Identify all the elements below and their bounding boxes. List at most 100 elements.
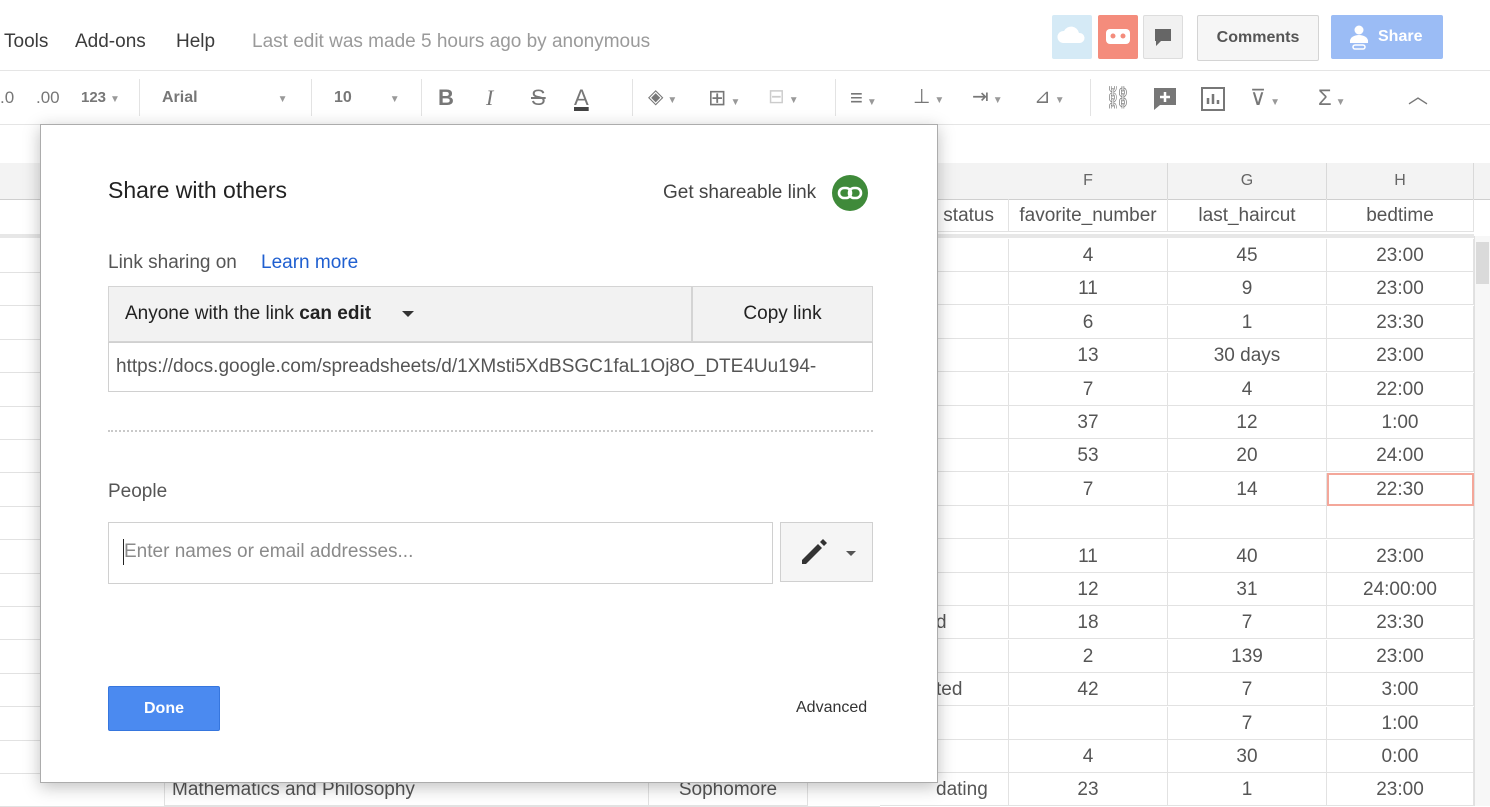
- header-cell-bedtime[interactable]: bedtime: [1327, 199, 1474, 232]
- table-cell[interactable]: 12: [1168, 406, 1327, 439]
- text-color-icon[interactable]: A: [574, 71, 589, 124]
- table-cell[interactable]: [1009, 506, 1168, 539]
- font-size-select[interactable]: 10 ▼: [334, 71, 400, 124]
- bold-icon[interactable]: B: [438, 71, 454, 124]
- link-icon[interactable]: ⛓: [1104, 71, 1132, 124]
- decrease-decimal-button[interactable]: .0: [0, 71, 14, 124]
- vertical-scrollbar[interactable]: [1474, 236, 1490, 806]
- insert-chart-icon[interactable]: [1200, 71, 1226, 124]
- table-cell[interactable]: 11: [1009, 272, 1168, 305]
- table-cell[interactable]: 4: [1009, 740, 1168, 773]
- share-url-field[interactable]: https://docs.google.com/spreadsheets/d/1…: [108, 342, 873, 392]
- get-shareable-link[interactable]: Get shareable link: [663, 182, 816, 204]
- selected-cell[interactable]: 22:30: [1327, 473, 1474, 506]
- table-cell[interactable]: 4: [1009, 239, 1168, 272]
- people-input[interactable]: Enter names or email addresses...: [108, 522, 773, 584]
- header-cell-last-haircut[interactable]: last_haircut: [1168, 199, 1327, 232]
- table-cell[interactable]: 30: [1168, 740, 1327, 773]
- table-cell[interactable]: 11: [1009, 540, 1168, 573]
- cloud-icon[interactable]: [1052, 15, 1092, 59]
- table-cell[interactable]: 3:00: [1327, 673, 1474, 706]
- table-cell[interactable]: [1168, 506, 1327, 539]
- link-access-dropdown[interactable]: Anyone with the link can edit: [108, 286, 692, 342]
- table-cell[interactable]: 18: [1009, 606, 1168, 639]
- table-cell[interactable]: 2: [1009, 640, 1168, 673]
- table-cell[interactable]: 24:00:00: [1327, 573, 1474, 606]
- table-cell[interactable]: 23:00: [1327, 540, 1474, 573]
- table-cell[interactable]: 23:00: [1327, 239, 1474, 272]
- table-cell[interactable]: 23:00: [1327, 272, 1474, 305]
- column-header-f[interactable]: F: [1009, 163, 1168, 200]
- filter-icon[interactable]: ⊽ ▼: [1250, 71, 1280, 124]
- learn-more-link[interactable]: Learn more: [261, 252, 358, 274]
- table-cell[interactable]: [1327, 506, 1474, 539]
- table-cell[interactable]: 1:00: [1327, 406, 1474, 439]
- table-cell[interactable]: 31: [1168, 573, 1327, 606]
- borders-icon[interactable]: ⊞ ▼: [708, 71, 740, 124]
- share-button[interactable]: Share: [1331, 15, 1443, 59]
- font-family-select[interactable]: Arial ▼: [162, 71, 287, 124]
- merge-cells-icon[interactable]: ⊟ ▼: [768, 71, 799, 124]
- table-cell[interactable]: 7: [1009, 373, 1168, 406]
- table-cell[interactable]: 30 days: [1168, 339, 1327, 372]
- link-icon[interactable]: [832, 175, 868, 211]
- table-cell[interactable]: 23:30: [1327, 306, 1474, 339]
- table-cell[interactable]: 7: [1168, 707, 1327, 740]
- strikethrough-icon[interactable]: S: [531, 71, 546, 124]
- text-rotation-icon[interactable]: ⊿ ▼: [1034, 71, 1065, 124]
- more-formats-button[interactable]: 123 ▼: [81, 71, 120, 124]
- table-cell[interactable]: 20: [1168, 439, 1327, 472]
- table-cell[interactable]: 23: [1009, 773, 1168, 806]
- table-cell[interactable]: 1: [1168, 306, 1327, 339]
- column-header-g[interactable]: G: [1168, 163, 1327, 200]
- table-cell[interactable]: 23:30: [1327, 606, 1474, 639]
- collapse-icon[interactable]: ︿: [1408, 71, 1428, 124]
- table-cell[interactable]: 12: [1009, 573, 1168, 606]
- table-cell[interactable]: 139: [1168, 640, 1327, 673]
- italic-icon[interactable]: I: [486, 71, 493, 124]
- table-cell[interactable]: 23:00: [1327, 640, 1474, 673]
- table-cell[interactable]: 14: [1168, 473, 1327, 506]
- table-cell[interactable]: 1: [1168, 773, 1327, 806]
- table-cell[interactable]: 24:00: [1327, 439, 1474, 472]
- increase-decimal-button[interactable]: .00: [36, 71, 60, 124]
- menu-help[interactable]: Help: [176, 31, 215, 53]
- functions-icon[interactable]: Σ ▼: [1318, 71, 1346, 124]
- table-cell[interactable]: 7: [1168, 606, 1327, 639]
- chat-icon[interactable]: [1143, 15, 1183, 59]
- table-cell[interactable]: 13: [1009, 339, 1168, 372]
- permission-dropdown[interactable]: [780, 522, 873, 582]
- advanced-link[interactable]: Advanced: [796, 699, 867, 717]
- text-wrap-icon[interactable]: ⇥ ▼: [972, 71, 1003, 124]
- table-cell[interactable]: 0:00: [1327, 740, 1474, 773]
- copy-link-button[interactable]: Copy link: [692, 286, 873, 342]
- comments-button[interactable]: Comments: [1197, 15, 1319, 61]
- table-cell[interactable]: 9: [1168, 272, 1327, 305]
- last-edit-status[interactable]: Last edit was made 5 hours ago by anonym…: [252, 31, 650, 53]
- scrollbar-thumb[interactable]: [1476, 242, 1489, 284]
- table-cell[interactable]: 53: [1009, 439, 1168, 472]
- column-header-h[interactable]: H: [1327, 163, 1474, 200]
- table-cell[interactable]: 23:00: [1327, 339, 1474, 372]
- table-cell[interactable]: 7: [1168, 673, 1327, 706]
- done-button[interactable]: Done: [108, 686, 220, 731]
- table-cell[interactable]: 22:00: [1327, 373, 1474, 406]
- fill-color-icon[interactable]: ◈ ▼: [648, 71, 677, 124]
- table-cell[interactable]: [1009, 707, 1168, 740]
- table-cell[interactable]: 23:00: [1327, 773, 1474, 806]
- table-cell[interactable]: 1:00: [1327, 707, 1474, 740]
- table-cell[interactable]: 40: [1168, 540, 1327, 573]
- vr-headset-icon[interactable]: [1098, 15, 1138, 59]
- table-cell[interactable]: 45: [1168, 239, 1327, 272]
- menu-tools[interactable]: Tools: [4, 31, 48, 53]
- table-cell[interactable]: 6: [1009, 306, 1168, 339]
- menu-addons[interactable]: Add-ons: [75, 31, 146, 53]
- insert-comment-icon[interactable]: [1152, 71, 1178, 124]
- header-cell-favorite-number[interactable]: favorite_number: [1009, 199, 1168, 232]
- align-left-icon[interactable]: ≡ ▼: [850, 71, 877, 124]
- table-cell[interactable]: 42: [1009, 673, 1168, 706]
- table-cell[interactable]: 7: [1009, 473, 1168, 506]
- vertical-align-icon[interactable]: ⊥ ▼: [913, 71, 944, 124]
- table-cell[interactable]: 37: [1009, 406, 1168, 439]
- table-cell[interactable]: 4: [1168, 373, 1327, 406]
